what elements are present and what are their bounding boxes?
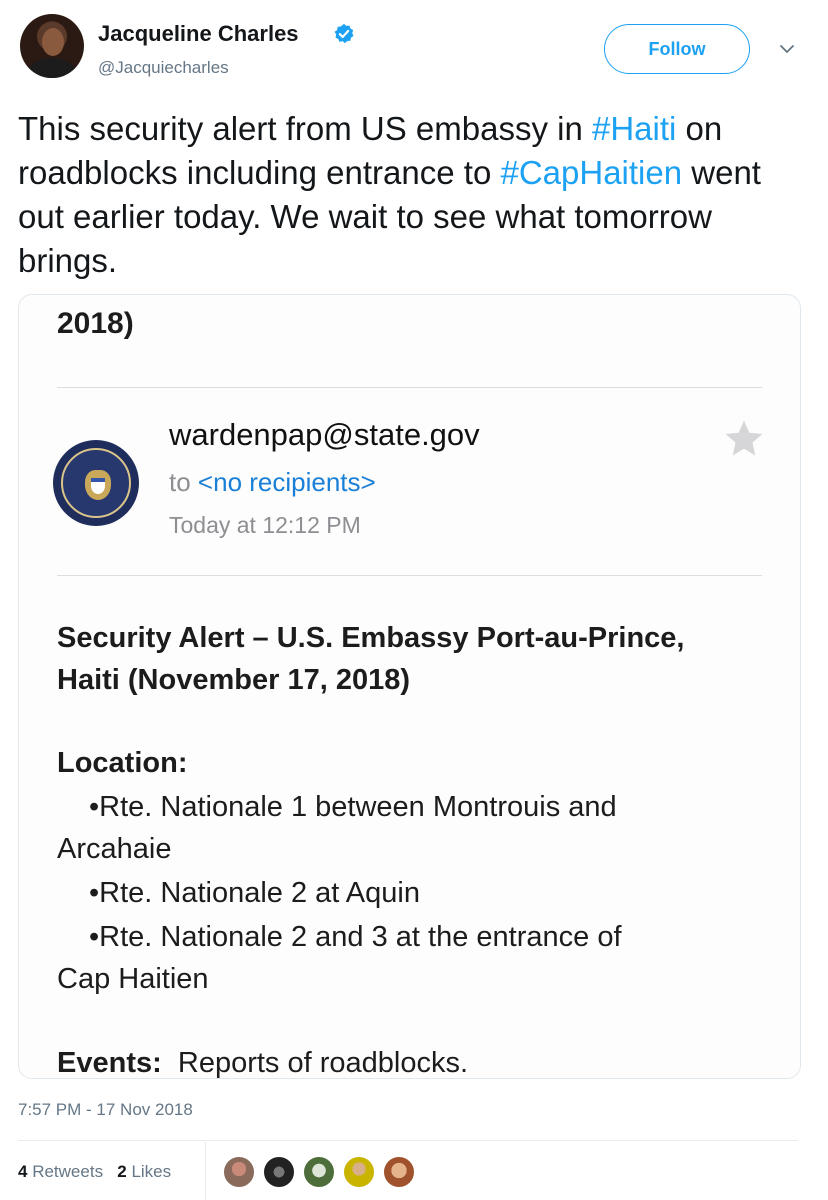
divider bbox=[57, 575, 762, 576]
retweets-stat[interactable]: 4 Retweets bbox=[18, 1162, 103, 1181]
tweet-timestamp[interactable]: 7:57 PM - 17 Nov 2018 bbox=[18, 1100, 193, 1120]
events-text: Reports of roadblocks. bbox=[177, 1047, 469, 1079]
avatar-shoulders bbox=[28, 58, 76, 78]
verified-badge-icon bbox=[334, 23, 354, 44]
seal-ring bbox=[61, 448, 131, 518]
avatar-face bbox=[42, 28, 64, 56]
tweet-header: Jacqueline Charles @Jacquiecharles Follo… bbox=[0, 0, 828, 100]
email-recipients: <no recipients> bbox=[197, 467, 376, 497]
seal-shield bbox=[91, 478, 105, 494]
divider bbox=[205, 1142, 206, 1200]
star-icon bbox=[725, 420, 763, 456]
tweet-text: This security alert from US embassy in #… bbox=[18, 107, 808, 283]
divider bbox=[57, 387, 762, 388]
email-time: Today at 12:12 PM bbox=[169, 512, 361, 538]
location-line: •Rte. Nationale 2 at Aquin bbox=[89, 877, 420, 909]
liker-avatar[interactable] bbox=[222, 1155, 256, 1189]
chevron-down-icon[interactable] bbox=[778, 40, 796, 58]
tweet-text-segment: This security alert from US embassy in bbox=[18, 110, 592, 147]
liker-avatar[interactable] bbox=[262, 1155, 296, 1189]
follow-button[interactable]: Follow bbox=[604, 24, 750, 74]
likes-stat[interactable]: 2 Likes bbox=[117, 1162, 171, 1181]
hashtag-caphaitien-link[interactable]: #CapHaitien bbox=[500, 154, 682, 191]
user-avatar[interactable] bbox=[20, 14, 84, 78]
events-label: Events: bbox=[57, 1047, 162, 1079]
divider bbox=[18, 1140, 798, 1141]
events-line: Events: Reports of roadblocks. bbox=[57, 1047, 469, 1079]
location-line: Cap Haitien bbox=[57, 963, 209, 995]
liker-avatar[interactable] bbox=[302, 1155, 336, 1189]
location-line: •Rte. Nationale 2 and 3 at the entrance … bbox=[89, 921, 622, 953]
retweets-count: 4 bbox=[18, 1162, 28, 1181]
email-top-fragment: 2018) bbox=[57, 307, 134, 340]
user-handle[interactable]: @Jacquiecharles bbox=[98, 58, 229, 78]
embassy-seal-icon bbox=[53, 440, 139, 526]
liker-avatar[interactable] bbox=[342, 1155, 376, 1189]
retweets-label: Retweets bbox=[32, 1162, 104, 1181]
location-line: Arcahaie bbox=[57, 833, 172, 865]
location-line: •Rte. Nationale 1 between Montrouis and bbox=[89, 791, 617, 823]
likes-label: Likes bbox=[131, 1162, 172, 1181]
email-sender: wardenpap@state.gov bbox=[169, 417, 480, 452]
display-name[interactable]: Jacqueline Charles bbox=[98, 21, 299, 47]
hashtag-haiti-link[interactable]: #Haiti bbox=[592, 110, 676, 147]
alert-title: Security Alert – U.S. Embassy Port-au-Pr… bbox=[57, 622, 685, 696]
likes-count: 2 bbox=[117, 1162, 127, 1181]
email-to-line: to <no recipients> bbox=[169, 467, 376, 498]
location-label: Location: bbox=[57, 747, 188, 779]
tweet-stats: 4 Retweets 2 Likes bbox=[18, 1162, 171, 1182]
email-to-prefix: to bbox=[169, 467, 198, 497]
liker-avatar[interactable] bbox=[382, 1155, 416, 1189]
tweet-media-image[interactable]: 2018) wardenpap@state.gov to <no recipie… bbox=[18, 294, 801, 1079]
